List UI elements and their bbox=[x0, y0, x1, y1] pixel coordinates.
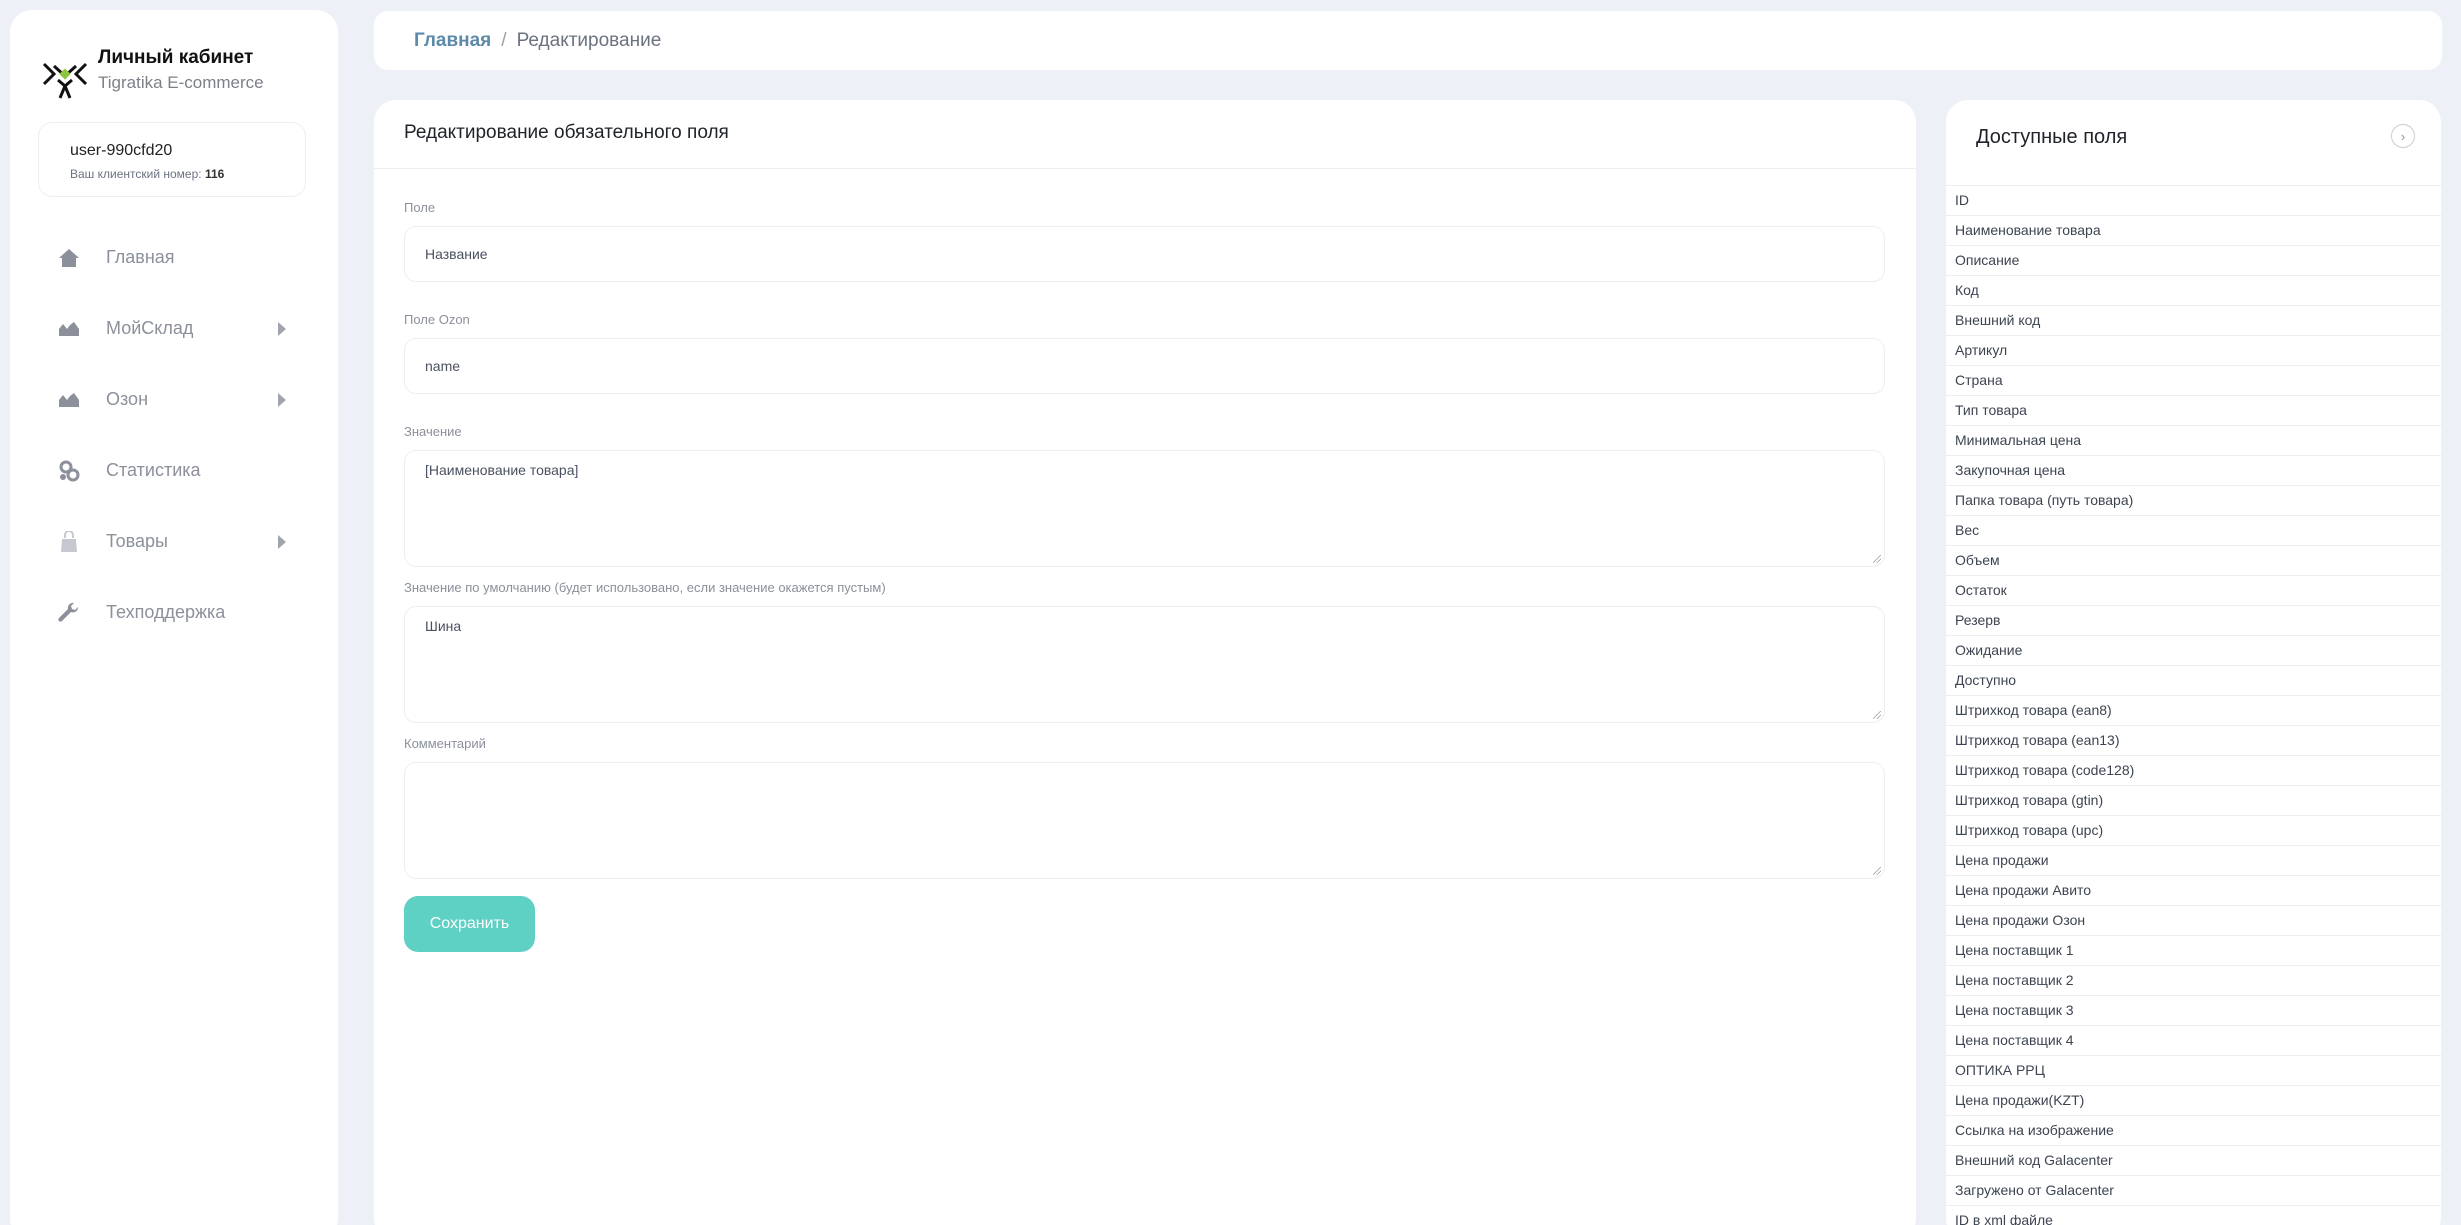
sidebar-item-label: Главная bbox=[106, 247, 175, 267]
available-field-item[interactable]: Штрихкод товара (gtin) bbox=[1946, 785, 2441, 815]
ozon-field-input[interactable]: name bbox=[404, 338, 1885, 394]
available-field-item[interactable]: Папка товара (путь товара) bbox=[1946, 485, 2441, 515]
field-input[interactable]: Название bbox=[404, 226, 1885, 282]
wrench-icon bbox=[58, 602, 80, 624]
available-field-item[interactable]: Описание bbox=[1946, 245, 2441, 275]
available-fields-title: Доступные поля bbox=[1976, 126, 2128, 148]
available-field-item[interactable]: Штрихкод товара (ean8) bbox=[1946, 695, 2441, 725]
sidebar-item-label: Товары bbox=[106, 531, 168, 551]
available-field-item[interactable]: Ссылка на изображение bbox=[1946, 1115, 2441, 1145]
value-label: Значение bbox=[404, 424, 462, 439]
available-field-item[interactable]: Внешний код bbox=[1946, 305, 2441, 335]
available-field-item[interactable]: Цена продажи bbox=[1946, 845, 2441, 875]
available-field-item[interactable]: Цена поставщик 3 bbox=[1946, 995, 2441, 1025]
breadcrumb-home-link[interactable]: Главная bbox=[414, 30, 491, 52]
available-field-item[interactable]: Закупочная цена bbox=[1946, 455, 2441, 485]
available-field-item[interactable]: Цена поставщик 2 bbox=[1946, 965, 2441, 995]
sidebar-item-ozon[interactable]: Озон bbox=[10, 364, 338, 435]
edit-form-card: Редактирование обязательного поля Поле Н… bbox=[374, 100, 1916, 1225]
client-number-label: Ваш клиентский номер: bbox=[70, 167, 202, 181]
ozon-field-label: Поле Ozon bbox=[404, 312, 470, 327]
mountain-icon bbox=[58, 389, 80, 411]
sidebar-item-support[interactable]: Техподдержка bbox=[10, 577, 338, 648]
default-value-textarea[interactable]: Шина bbox=[404, 606, 1885, 723]
breadcrumb: Главная / Редактирование bbox=[374, 11, 2442, 70]
sidebar: Личный кабинет Tigratika E-commerce user… bbox=[10, 10, 338, 1225]
default-value-label: Значение по умолчанию (будет использован… bbox=[404, 580, 886, 595]
available-field-item[interactable]: Наименование товара bbox=[1946, 215, 2441, 245]
save-button[interactable]: Сохранить bbox=[404, 896, 535, 952]
comment-textarea[interactable] bbox=[404, 762, 1885, 879]
available-fields-card: Доступные поля › ID Наименование товара Оп… bbox=[1946, 100, 2441, 1225]
sidebar-item-label: Озон bbox=[106, 389, 149, 409]
available-field-item[interactable]: Внешний код Galacenter bbox=[1946, 1145, 2441, 1175]
available-field-item[interactable]: Код bbox=[1946, 275, 2441, 305]
available-fields-list: ID Наименование товара Описание Код Внешний … bbox=[1946, 185, 2441, 1225]
brand-title: Личный кабинет bbox=[98, 47, 254, 68]
available-field-item[interactable]: Доступно bbox=[1946, 665, 2441, 695]
available-field-item[interactable]: Цена поставщик 1 bbox=[1946, 935, 2441, 965]
sidebar-item-moysklad[interactable]: МойСклад bbox=[10, 293, 338, 364]
sidebar-item-home[interactable]: Главная bbox=[10, 222, 338, 293]
gears-icon bbox=[58, 460, 80, 482]
caret-right-icon bbox=[278, 392, 286, 407]
comment-label: Комментарий bbox=[404, 736, 486, 751]
available-field-item[interactable]: ОПТИКА РРЦ bbox=[1946, 1055, 2441, 1085]
available-field-item[interactable]: Артикул bbox=[1946, 335, 2441, 365]
caret-right-icon bbox=[278, 321, 286, 336]
available-field-item[interactable]: Резерв bbox=[1946, 605, 2441, 635]
mountain-icon bbox=[58, 318, 80, 340]
sidebar-item-label: Техподдержка bbox=[106, 602, 226, 622]
available-field-item[interactable]: Цена поставщик 4 bbox=[1946, 1025, 2441, 1055]
brand[interactable]: Личный кабинет Tigratika E-commerce bbox=[40, 46, 264, 106]
available-field-item[interactable]: Минимальная цена bbox=[1946, 425, 2441, 455]
caret-right-icon bbox=[278, 534, 286, 549]
available-field-item[interactable]: Загружено от Galacenter bbox=[1946, 1175, 2441, 1205]
bag-icon bbox=[58, 530, 80, 553]
available-field-item[interactable]: Вес bbox=[1946, 515, 2441, 545]
available-field-item[interactable]: Цена продажи Озон bbox=[1946, 905, 2441, 935]
field-label: Поле bbox=[404, 200, 436, 215]
home-icon bbox=[58, 247, 80, 269]
available-field-item[interactable]: Остаток bbox=[1946, 575, 2441, 605]
available-field-item[interactable]: Страна bbox=[1946, 365, 2441, 395]
value-textarea[interactable]: [Наименование товара] bbox=[404, 450, 1885, 567]
client-number-line: Ваш клиентский номер: 116 bbox=[70, 167, 305, 181]
available-field-item[interactable]: ID в xml файле bbox=[1946, 1205, 2441, 1225]
user-name: user-990cfd20 bbox=[70, 142, 173, 159]
available-field-item[interactable]: ID bbox=[1946, 185, 2441, 215]
logo-icon bbox=[42, 62, 88, 99]
sidebar-nav: Главная МойСклад Озон Статистика Товары … bbox=[10, 222, 338, 648]
available-field-item[interactable]: Штрихкод товара (code128) bbox=[1946, 755, 2441, 785]
client-number: 116 bbox=[204, 167, 225, 181]
available-field-item[interactable]: Тип товара bbox=[1946, 395, 2441, 425]
available-field-item[interactable]: Цена продажи(KZT) bbox=[1946, 1085, 2441, 1115]
available-field-item[interactable]: Штрихкод товара (ean13) bbox=[1946, 725, 2441, 755]
available-field-item[interactable]: Штрихкод товара (upc) bbox=[1946, 815, 2441, 845]
breadcrumb-current: Редактирование bbox=[516, 29, 662, 51]
sidebar-item-label: Статистика bbox=[106, 460, 201, 480]
sidebar-item-label: МойСклад bbox=[106, 318, 194, 338]
available-field-item[interactable]: Объем bbox=[1946, 545, 2441, 575]
breadcrumb-separator: / bbox=[501, 29, 507, 51]
sidebar-item-products[interactable]: Товары bbox=[10, 506, 338, 577]
sidebar-item-statistics[interactable]: Статистика bbox=[10, 435, 338, 506]
brand-subtitle: Tigratika E-commerce bbox=[98, 73, 264, 92]
form-title: Редактирование обязательного поля bbox=[374, 100, 1916, 169]
chevron-right-icon[interactable]: › bbox=[2391, 124, 2415, 148]
user-card: user-990cfd20 Ваш клиентский номер: 116 bbox=[38, 122, 306, 197]
available-field-item[interactable]: Цена продажи Авито bbox=[1946, 875, 2441, 905]
available-field-item[interactable]: Ожидание bbox=[1946, 635, 2441, 665]
